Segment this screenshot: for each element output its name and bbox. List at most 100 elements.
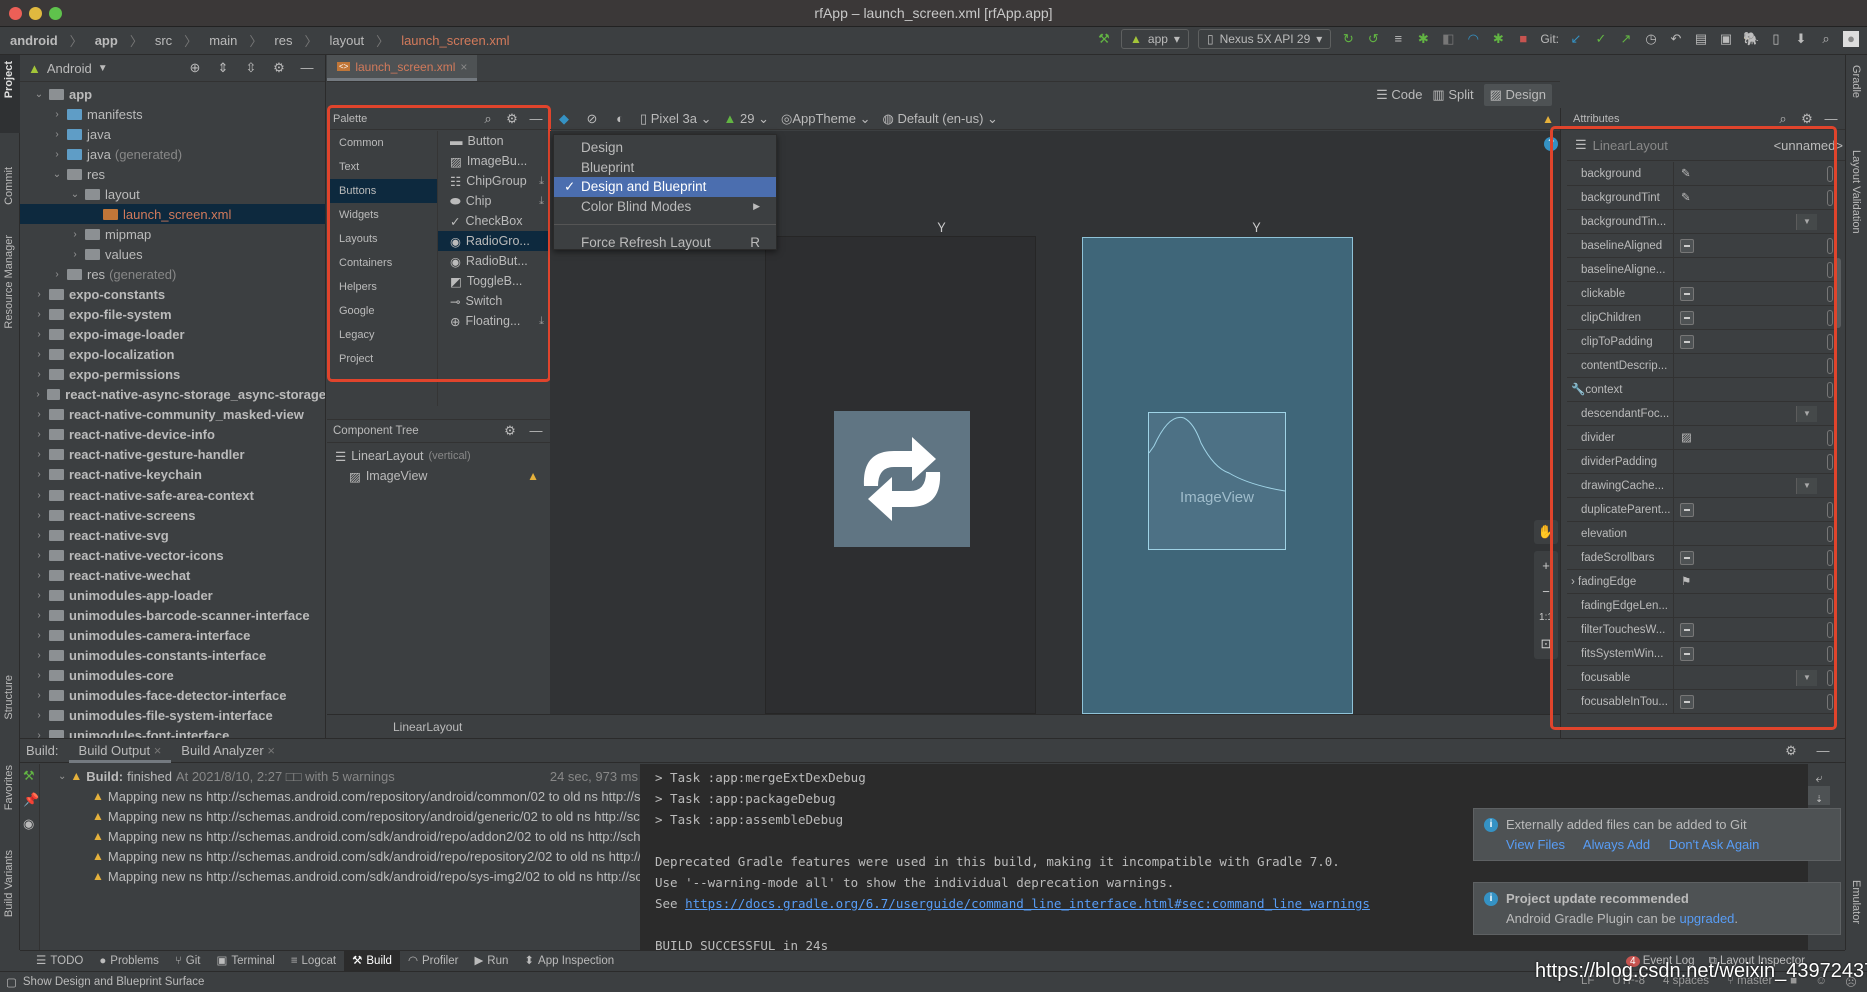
dropdown-button[interactable]: ▼ xyxy=(1796,669,1817,686)
tristate-checkbox[interactable] xyxy=(1680,646,1694,661)
tree-item[interactable]: › unimodules-app-loader xyxy=(20,585,325,605)
dont-ask-again-link[interactable]: Don't Ask Again xyxy=(1669,837,1760,852)
breadcrumb-item[interactable]: layout xyxy=(323,33,370,48)
history-icon[interactable]: ◷ xyxy=(1643,31,1659,47)
dropdown-button[interactable]: ▼ xyxy=(1796,405,1817,422)
color-picker-icon[interactable]: ✎ xyxy=(1681,190,1691,204)
chevron-right-icon[interactable]: › xyxy=(32,409,46,420)
attribute-value[interactable] xyxy=(1674,282,1837,306)
chevron-right-icon[interactable]: › xyxy=(32,369,46,380)
palette-category-legacy[interactable]: Legacy xyxy=(327,323,437,347)
tree-item[interactable]: › react-native-wechat xyxy=(20,565,325,585)
search-icon[interactable]: ⌕ xyxy=(1818,31,1834,47)
tab-launch-screen[interactable]: <> launch_screen.xml × xyxy=(327,55,478,81)
tool-profiler[interactable]: ◠ Profiler xyxy=(400,951,466,972)
tree-item[interactable]: › react-native-device-info xyxy=(20,425,325,445)
menu-item-color-blind-modes[interactable]: Color Blind Modes ▶ xyxy=(554,197,776,217)
breadcrumb-item[interactable]: res xyxy=(268,33,298,48)
build-variants-tool-button[interactable]: Build Variants xyxy=(3,850,15,917)
resource-picker-button[interactable] xyxy=(1827,621,1833,638)
palette-item[interactable]: ▨ ImageBu... xyxy=(438,151,550,171)
attribute-value[interactable] xyxy=(1674,546,1837,570)
breadcrumb-item[interactable]: launch_screen.xml xyxy=(395,33,515,48)
tree-item[interactable]: › react-native-keychain xyxy=(20,465,325,485)
git-update-icon[interactable]: ↙ xyxy=(1568,31,1584,47)
stop-icon[interactable]: ■ xyxy=(1515,31,1531,47)
chevron-down-icon[interactable]: ⌄ xyxy=(32,89,46,100)
attribute-row[interactable]: clipChildren xyxy=(1567,305,1837,330)
tree-item[interactable]: › react-native-async-storage_async-storag… xyxy=(20,385,325,405)
pan-button[interactable]: ✋ xyxy=(1534,520,1558,544)
palette-category-helpers[interactable]: Helpers xyxy=(327,275,437,299)
chevron-right-icon[interactable]: › xyxy=(32,289,46,300)
attribute-value[interactable] xyxy=(1674,522,1837,546)
attribute-row[interactable]: background ✎ xyxy=(1567,161,1837,186)
build-warning-row[interactable]: ▲ Mapping new ns http://schemas.android.c… xyxy=(92,846,640,866)
user-avatar-icon[interactable]: ● xyxy=(1843,31,1859,47)
resource-picker-button[interactable] xyxy=(1827,261,1833,278)
attribute-row[interactable]: divider ▨ xyxy=(1567,425,1837,450)
rebuild-icon[interactable]: ⚒ xyxy=(20,764,39,788)
resource-picker-button[interactable] xyxy=(1827,237,1833,254)
always-add-link[interactable]: Always Add xyxy=(1583,837,1650,852)
attribute-row[interactable]: clickable xyxy=(1567,281,1837,306)
attribute-value[interactable] xyxy=(1674,306,1837,330)
resource-picker-button[interactable] xyxy=(1827,669,1833,686)
tree-item[interactable]: › unimodules-font-interface xyxy=(20,726,325,738)
tristate-checkbox[interactable] xyxy=(1680,622,1694,637)
build-warning-row[interactable]: ▲ Mapping new ns http://schemas.android.c… xyxy=(92,786,640,806)
attributes-scrollbar[interactable] xyxy=(1835,258,1841,328)
gradle-tool-button[interactable]: Gradle xyxy=(1850,65,1862,98)
tree-item[interactable]: › react-native-safe-area-context xyxy=(20,485,325,505)
menu-item-design[interactable]: Design xyxy=(554,138,776,158)
tree-item[interactable]: › expo-constants xyxy=(20,285,325,305)
toggle-tool-windows-icon[interactable]: ▢ xyxy=(0,975,23,989)
chevron-right-icon[interactable]: › xyxy=(32,530,46,541)
tree-item[interactable]: ⌄ res xyxy=(20,164,325,184)
build-hammer-icon[interactable]: ⚒ xyxy=(1096,31,1112,47)
git-commit-icon[interactable]: ✓ xyxy=(1593,31,1609,47)
chevron-down-icon[interactable]: ⌄ xyxy=(68,189,82,200)
tree-item[interactable]: › java xyxy=(20,124,325,144)
orientation-icon[interactable]: ⊘ xyxy=(584,111,600,127)
tool-git[interactable]: ⑂ Git xyxy=(167,951,209,972)
attribute-row[interactable]: backgroundTin... ▼ xyxy=(1567,209,1837,234)
tristate-checkbox[interactable] xyxy=(1680,694,1694,709)
resource-picker-button[interactable] xyxy=(1827,333,1833,350)
menu-item-design-and-blueprint[interactable]: ✓ Design and Blueprint xyxy=(554,177,776,197)
warning-icon[interactable]: ▲ xyxy=(1542,112,1554,126)
attribute-row[interactable]: focusable ▼ xyxy=(1567,665,1837,690)
palette-item[interactable]: ☷ ChipGroup ⤓ xyxy=(438,171,550,191)
gear-icon[interactable]: ⚙ xyxy=(1799,111,1815,127)
dropdown-button[interactable]: ▼ xyxy=(1796,477,1817,494)
layers-icon[interactable]: ◆ xyxy=(556,111,572,127)
breadcrumb-item[interactable]: src xyxy=(149,33,178,48)
build-warning-row[interactable]: ▲ Mapping new ns http://schemas.android.c… xyxy=(92,806,640,826)
palette-item[interactable]: ▬ Button xyxy=(438,131,550,151)
chevron-right-icon[interactable]: › xyxy=(32,590,46,601)
palette-item[interactable]: ◉ RadioGro... xyxy=(438,231,550,251)
tree-item[interactable]: › values xyxy=(20,244,325,264)
tree-item[interactable]: › expo-file-system xyxy=(20,305,325,325)
attribute-value[interactable]: ▼ xyxy=(1674,402,1837,426)
palette-item[interactable]: ⬬ Chip ⤓ xyxy=(438,191,550,211)
tool-app-inspection[interactable]: ⬍ App Inspection xyxy=(516,951,622,972)
attribute-value[interactable] xyxy=(1674,330,1837,354)
tree-item[interactable]: › unimodules-camera-interface xyxy=(20,625,325,645)
tool-problems[interactable]: ● Problems xyxy=(91,951,167,972)
attribute-row[interactable]: elevation xyxy=(1567,521,1837,546)
rollback-icon[interactable]: ↶ xyxy=(1668,31,1684,47)
chevron-right-icon[interactable]: › xyxy=(32,710,46,721)
attach-process-icon[interactable]: ✱ xyxy=(1490,31,1506,47)
chevron-right-icon[interactable]: › xyxy=(32,570,46,581)
menu-item-force-refresh[interactable]: Force Refresh Layout R xyxy=(554,233,776,253)
breadcrumb-item[interactable]: android xyxy=(4,33,64,48)
build-warning-row[interactable]: ▲ Mapping new ns http://schemas.android.c… xyxy=(92,866,640,886)
wrench-icon[interactable]: Ｙ xyxy=(1250,217,1263,236)
tree-item[interactable]: › unimodules-constants-interface xyxy=(20,645,325,665)
tree-item[interactable]: › react-native-community_masked-view xyxy=(20,405,325,425)
chevron-right-icon[interactable]: › xyxy=(32,670,46,681)
project-tool-button[interactable]: Project xyxy=(3,61,15,98)
gradle-sync-icon[interactable]: 🐘 xyxy=(1743,31,1759,47)
palette-item[interactable]: ⊸ Switch xyxy=(438,291,550,311)
